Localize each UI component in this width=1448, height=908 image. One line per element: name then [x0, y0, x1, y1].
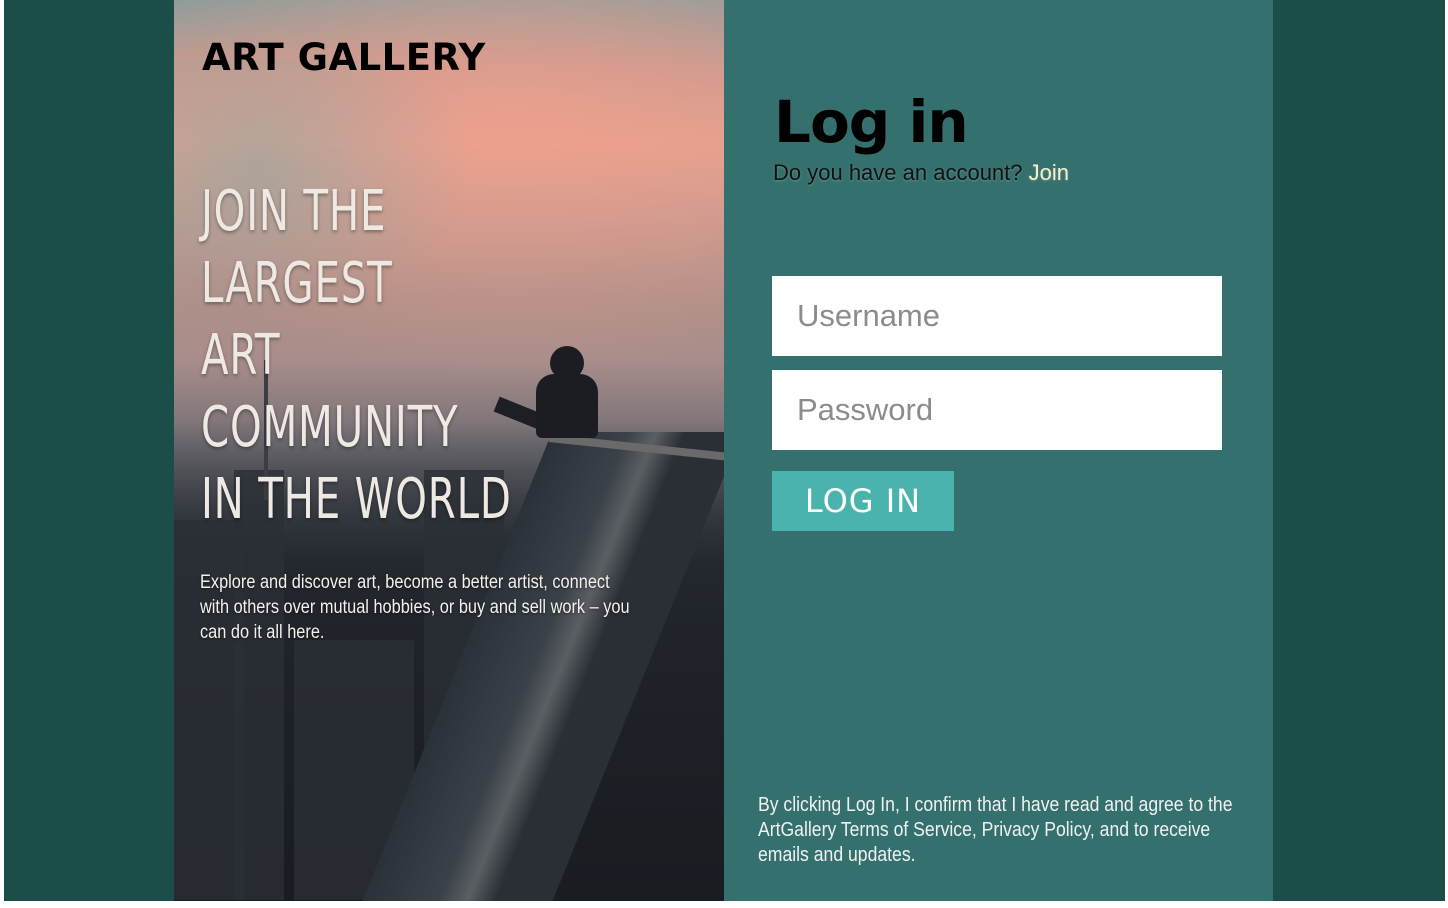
hero-description: Explore and discover art, become a bette…: [200, 572, 630, 643]
hero-headline-line: COMMUNITY: [201, 395, 459, 460]
terms-notice: By clicking Log In, I confirm that I hav…: [758, 794, 1233, 866]
hero-headline-line: LARGEST: [201, 251, 393, 316]
hero-headline-line: JOIN THE: [201, 179, 387, 244]
join-link[interactable]: Join: [1029, 160, 1069, 185]
password-input[interactable]: [772, 370, 1222, 450]
person-head: [550, 346, 584, 380]
account-prompt: Do you have an account? Join: [773, 160, 1069, 186]
account-prompt-text: Do you have an account?: [773, 160, 1023, 185]
person-body: [536, 374, 598, 438]
username-input[interactable]: [772, 276, 1222, 356]
hero-headline-line: ART: [201, 323, 281, 388]
hero-headline: JOIN THE LARGEST ART COMMUNITY IN THE WO…: [201, 176, 537, 536]
login-button[interactable]: LOG IN: [772, 471, 954, 531]
login-title: Log in: [774, 88, 969, 156]
brand-logo[interactable]: ART GALLERY: [202, 36, 486, 79]
hero-headline-line: IN THE WORLD: [201, 467, 512, 532]
